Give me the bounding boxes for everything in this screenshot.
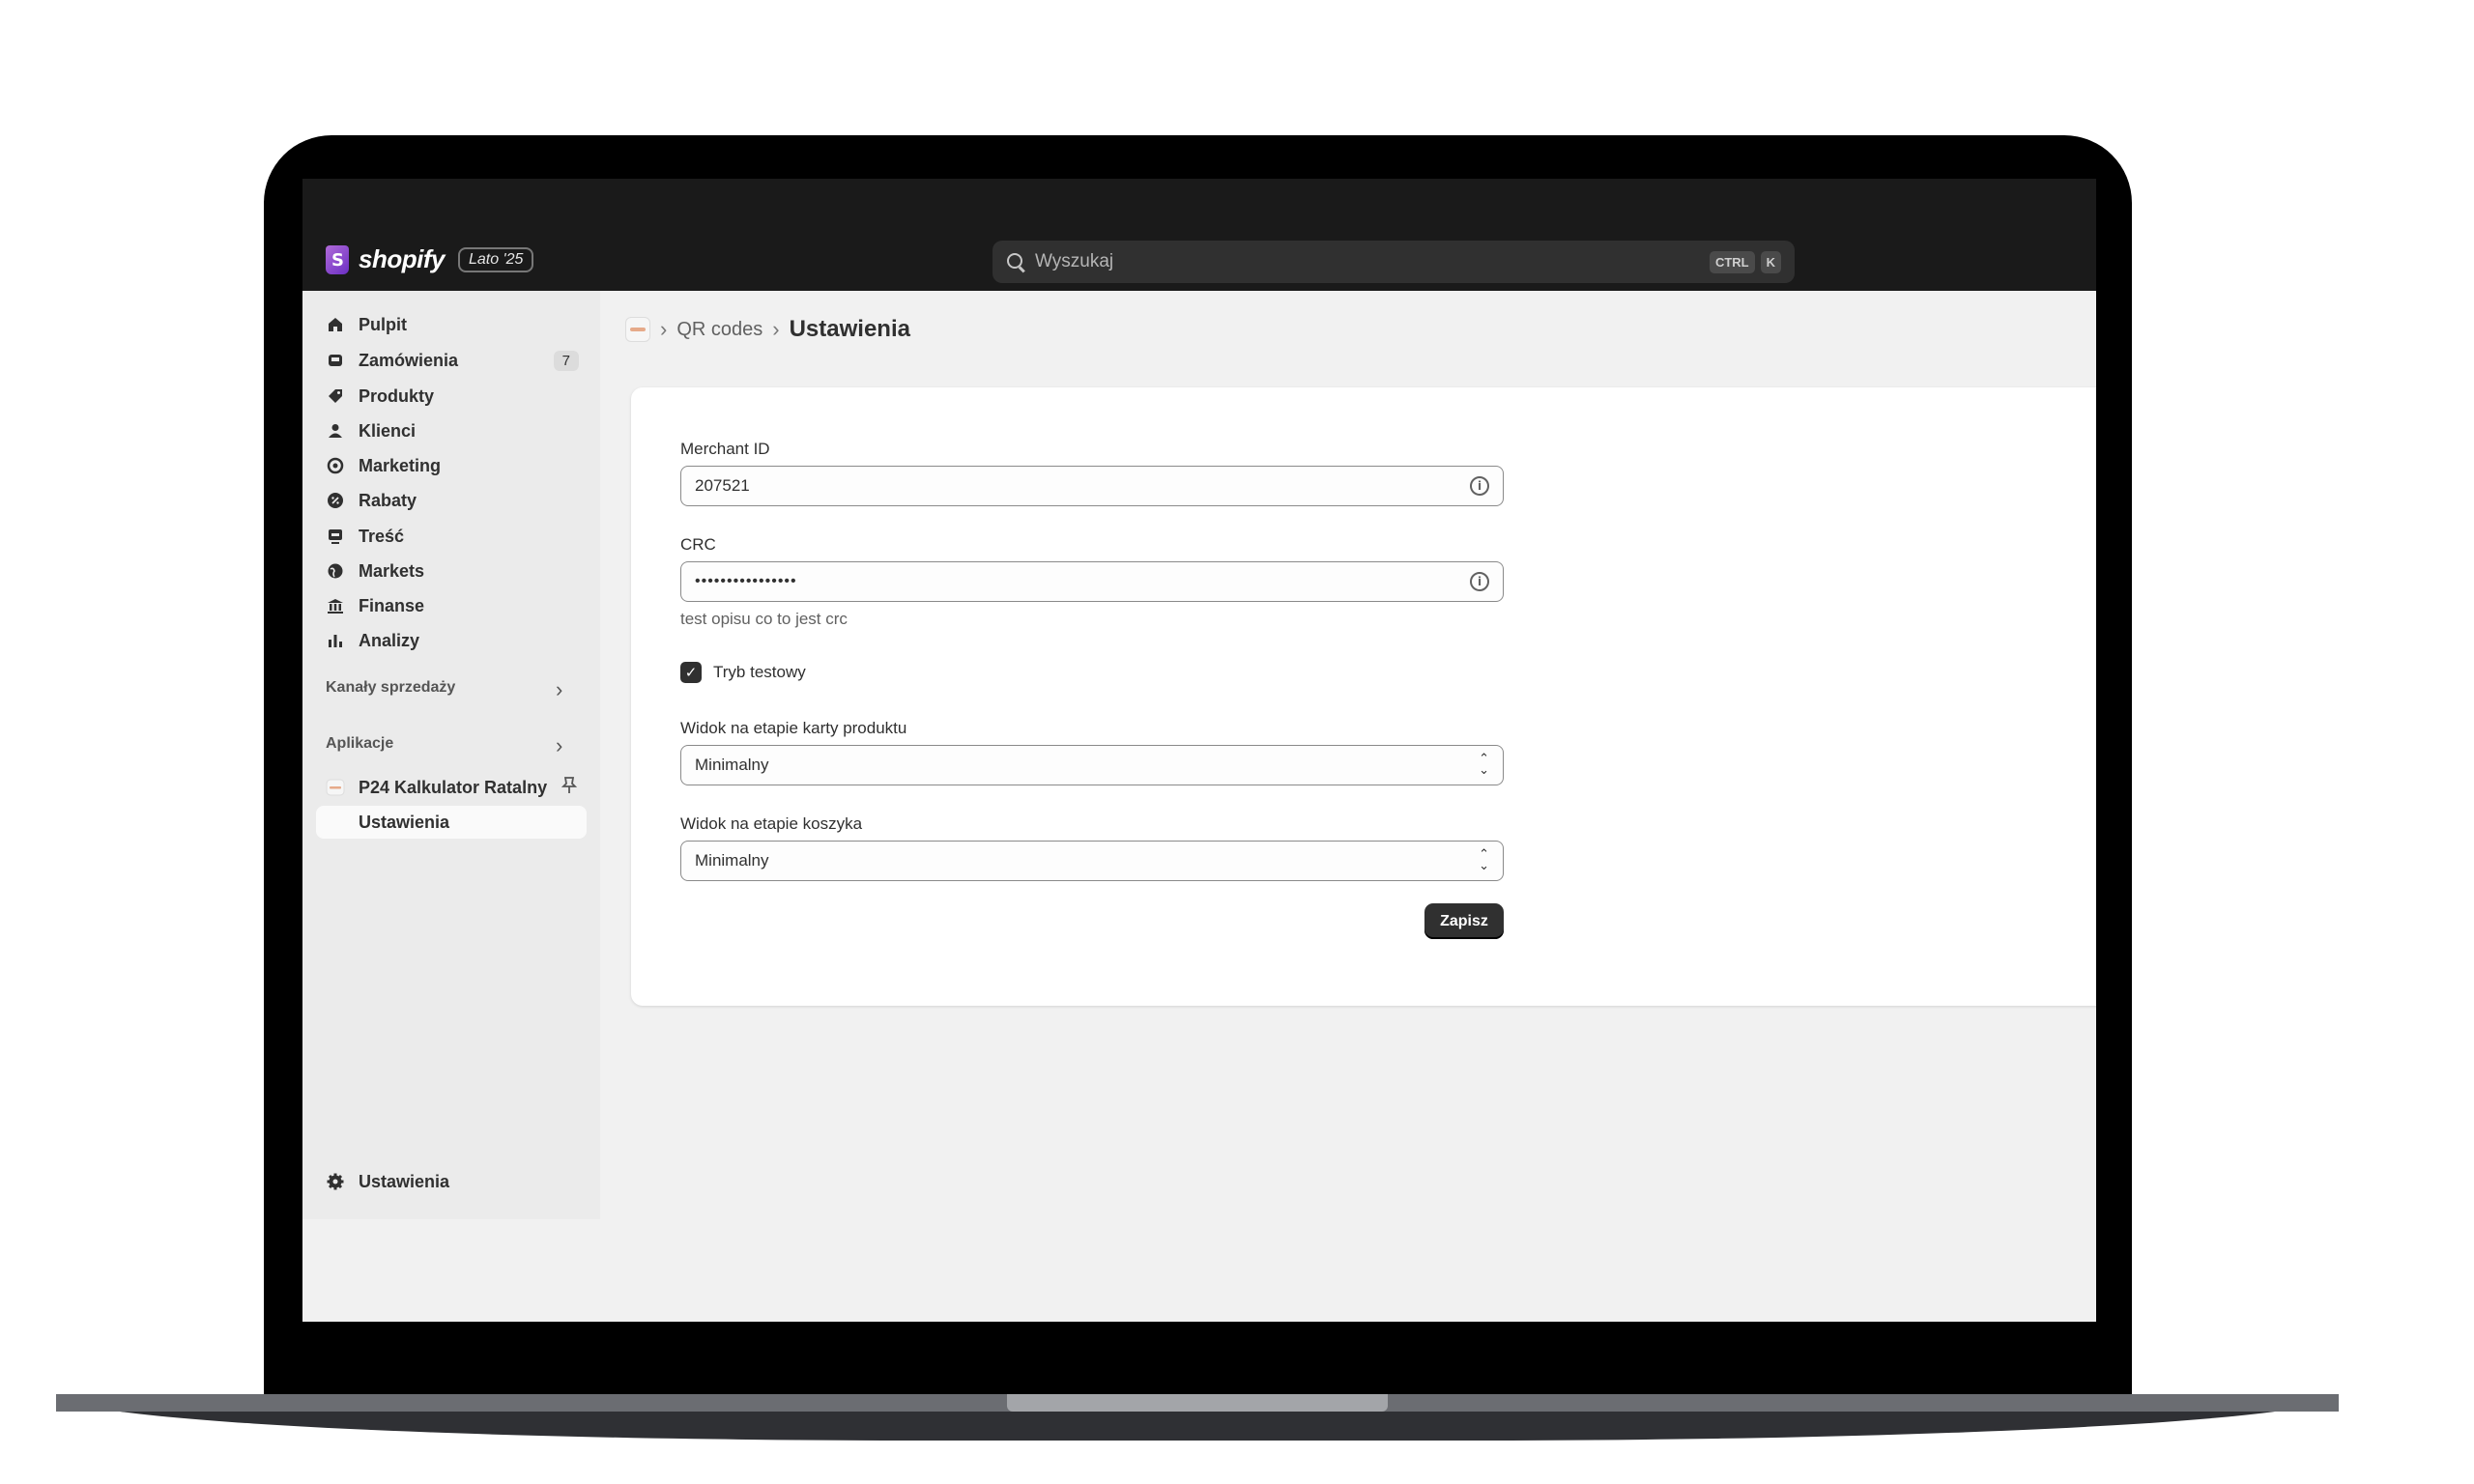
merchant-id-value: 207521	[695, 476, 750, 495]
app-name-label: P24 Kalkulator Ratalny	[359, 777, 548, 797]
test-mode-label[interactable]: Tryb testowy	[713, 663, 806, 682]
shortcut-k-key: K	[1760, 250, 1781, 273]
edition-badge: Lato '25	[457, 246, 534, 272]
sidebar-item-produkty[interactable]: Produkty	[316, 380, 587, 413]
chevron-right-icon[interactable]: ›	[556, 733, 562, 758]
admin-topbar: shopify Lato '25 Wyszukaj CTRL K	[302, 231, 2096, 291]
cart-view-label: Widok na etapie koszyka	[680, 814, 863, 833]
blank-spacer	[326, 813, 345, 832]
sales-channels-heading: Kanały sprzedaży	[326, 679, 456, 696]
sidebar-item-app-settings[interactable]: Ustawienia	[316, 806, 587, 839]
sidebar-item-tresc[interactable]: Treść	[316, 520, 587, 553]
app-icon[interactable]	[625, 317, 650, 342]
pin-icon[interactable]	[561, 776, 578, 800]
cart-view-select[interactable]: Minimalny ⌃ ⌄	[680, 841, 1504, 881]
search-icon	[1006, 252, 1025, 271]
tag-icon	[326, 386, 345, 406]
sidebar-item-label: Pulpit	[359, 314, 407, 334]
bar-chart-icon	[326, 631, 345, 650]
save-button[interactable]: Zapisz	[1424, 903, 1504, 939]
breadcrumb: › QR codes › Ustawienia	[625, 310, 910, 349]
sidebar-item-label: Treść	[359, 526, 405, 546]
sidebar-item-label: Zamówienia	[359, 350, 459, 370]
app-icon	[326, 778, 345, 797]
shopify-logo[interactable]: shopify Lato '25	[326, 244, 534, 274]
search-placeholder: Wyszukaj	[1035, 251, 1114, 271]
sidebar-item-label: Produkty	[359, 385, 435, 406]
sidebar-item-label: Ustawienia	[359, 1171, 450, 1191]
info-icon[interactable]: i	[1470, 572, 1489, 591]
crc-field[interactable]: •••••••••••••••• i	[680, 561, 1504, 602]
test-mode-checkbox[interactable]: ✓	[680, 662, 702, 683]
screen: shopify Lato '25 Wyszukaj CTRL K Pulpit …	[302, 179, 2096, 1322]
sidebar-item-app[interactable]: P24 Kalkulator Ratalny	[316, 771, 587, 804]
breadcrumb-link[interactable]: QR codes	[676, 319, 762, 341]
sidebar-item-label: Analizy	[359, 630, 420, 650]
breadcrumb-separator-icon: ›	[772, 317, 780, 341]
cart-view-value: Minimalny	[695, 851, 769, 870]
sidebar-item-settings[interactable]: Ustawienia	[316, 1165, 587, 1198]
laptop-notch	[1007, 1394, 1388, 1412]
sidebar-item-label: Markets	[359, 560, 425, 581]
home-icon	[326, 315, 345, 334]
inbox-icon	[326, 351, 345, 370]
crc-label: CRC	[680, 535, 716, 554]
checkmark-icon: ✓	[684, 664, 698, 681]
product-view-select[interactable]: Minimalny ⌃ ⌄	[680, 745, 1504, 785]
crc-help-text: test opisu co to jest crc	[680, 610, 848, 628]
product-view-value: Minimalny	[695, 756, 769, 774]
window-titlebar	[302, 179, 2096, 231]
shortcut-ctrl-key: CTRL	[1709, 250, 1755, 273]
person-icon	[326, 421, 345, 441]
sidebar-item-klienci[interactable]: Klienci	[316, 414, 587, 447]
sidebar-item-label: Marketing	[359, 455, 442, 475]
sidebar-item-label: Rabaty	[359, 490, 417, 510]
page-title: Ustawienia	[789, 316, 910, 342]
chevron-right-icon[interactable]: ›	[556, 677, 562, 702]
sidebar-item-rabaty[interactable]: Rabaty	[316, 484, 587, 517]
select-arrows-icon: ⌃ ⌄	[1479, 752, 1489, 778]
merchant-id-field[interactable]: 207521 i	[680, 466, 1504, 506]
shopify-bag-icon	[326, 244, 349, 274]
sidebar-item-markets[interactable]: Markets	[316, 555, 587, 587]
sidebar-item-zamowienia[interactable]: Zamówienia 7	[316, 344, 587, 377]
merchant-id-label: Merchant ID	[680, 440, 770, 458]
crc-value: ••••••••••••••••	[695, 573, 797, 589]
orders-count-badge: 7	[553, 350, 579, 371]
gear-icon	[326, 1172, 345, 1191]
sidebar-item-label: Finanse	[359, 595, 425, 615]
bank-icon	[326, 596, 345, 615]
sidebar-item-finanse[interactable]: Finanse	[316, 589, 587, 622]
info-icon[interactable]: i	[1470, 476, 1489, 496]
sidebar-item-marketing[interactable]: Marketing	[316, 449, 587, 482]
globe-icon	[326, 561, 345, 581]
discount-icon	[326, 491, 345, 510]
content-icon	[326, 527, 345, 546]
search-input[interactable]: Wyszukaj CTRL K	[992, 241, 1795, 283]
target-icon	[326, 456, 345, 475]
breadcrumb-separator-icon: ›	[660, 317, 668, 341]
sidebar-item-pulpit[interactable]: Pulpit	[316, 308, 587, 341]
logo-text: shopify	[359, 244, 445, 273]
apps-heading: Aplikacje	[326, 735, 394, 752]
sidebar-sub-item-label: Ustawienia	[359, 812, 450, 832]
sidebar-item-analizy[interactable]: Analizy	[316, 624, 587, 657]
sidebar: Pulpit Zamówienia 7 Produkty Klienci Mar…	[302, 291, 600, 1219]
product-view-label: Widok na etapie karty produktu	[680, 719, 907, 737]
sidebar-item-label: Klienci	[359, 420, 417, 441]
select-arrows-icon: ⌃ ⌄	[1479, 847, 1489, 873]
